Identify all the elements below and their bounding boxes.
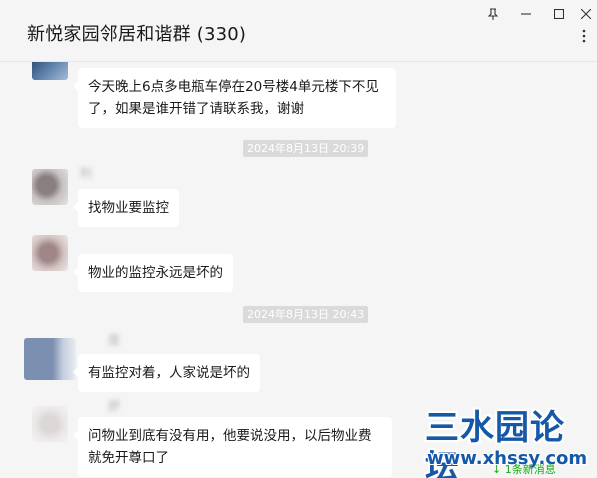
new-message-notice[interactable]: ↓ 1条新消息 (492, 461, 556, 477)
avatar[interactable] (32, 406, 68, 442)
sender-name: 度 (108, 333, 121, 347)
avatar[interactable] (32, 235, 68, 271)
message-bubble[interactable]: 有监控对着，人家说是坏的 (73, 354, 260, 392)
minimize-icon[interactable] (515, 4, 537, 24)
maximize-icon[interactable] (548, 4, 570, 24)
sender-name: 利 (80, 166, 93, 180)
pin-icon[interactable] (482, 4, 504, 24)
sender-name: 舒 (108, 399, 121, 413)
avatar[interactable] (32, 62, 68, 80)
message-bubble[interactable]: 找物业要监控 (73, 189, 179, 227)
avatar[interactable] (32, 169, 68, 205)
message-bubble[interactable]: 物业的监控永远是坏的 (73, 254, 233, 292)
close-icon[interactable] (575, 4, 597, 24)
avatar[interactable] (24, 338, 76, 380)
message-bubble[interactable]: 今天晚上6点多电瓶车停在20号楼4单元楼下不见了，如果是谁开错了请联系我，谢谢 (73, 68, 396, 128)
message-bubble[interactable]: 问物业到底有没有用，他要说没用，以后物业费就免开尊口了 (73, 417, 392, 477)
timestamp: 2024年8月13日 20:39 (243, 140, 369, 157)
more-options-icon[interactable] (577, 29, 591, 47)
title-bar: 新悦家园邻居和谐群 (330) (0, 0, 597, 62)
chat-title: 新悦家园邻居和谐群 (330) (27, 24, 247, 45)
timestamp: 2024年8月13日 20:43 (243, 306, 369, 323)
